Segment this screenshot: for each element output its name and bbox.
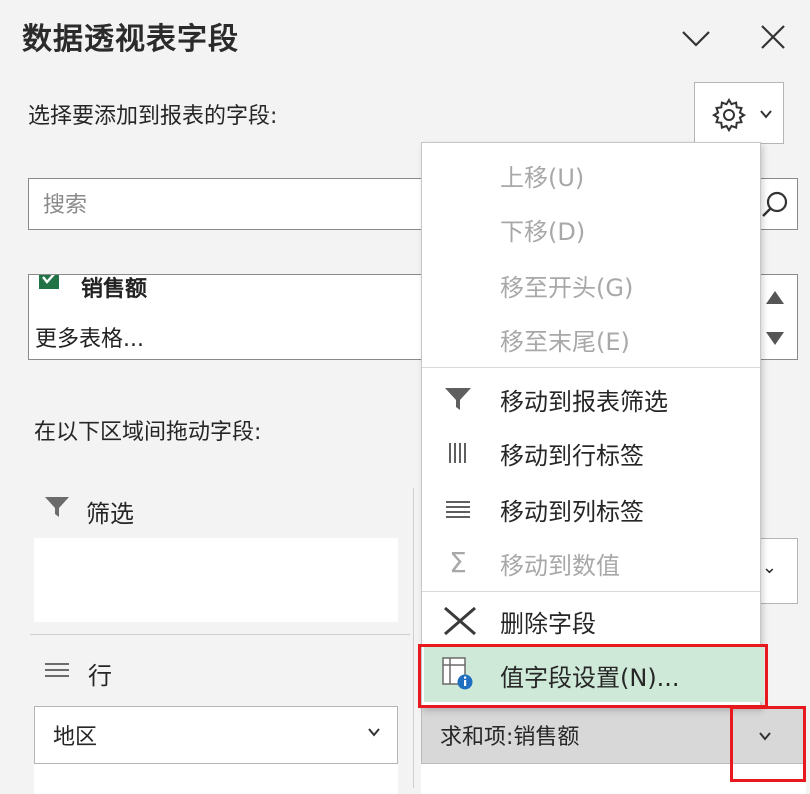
areas-prompt: 在以下区域间拖动字段: [34,420,262,445]
pane-title: 数据透视表字段 [22,22,239,57]
rows-area-label: 行 [88,662,112,690]
delete-x-icon [442,605,476,637]
area-divider-vertical [413,488,414,788]
chevron-down-icon: ⌄ [761,557,777,578]
more-tables-link[interactable]: 更多表格... [35,321,144,353]
menu-item-move-up[interactable]: 上移(U) [422,147,760,201]
chevron-down-icon [760,110,772,119]
field-item-sales[interactable]: 销售额 [81,275,147,303]
close-icon[interactable] [758,22,788,52]
value-field-label: 求和项:销售额 [440,725,580,750]
tools-button[interactable] [694,82,784,144]
annotation-box-settings [418,644,768,708]
filter-drop-area[interactable] [34,538,398,622]
row-field-label: 地区 [53,725,98,750]
search-icon[interactable] [759,189,791,221]
menu-item-move-down[interactable]: 下移(D) [422,201,760,255]
menu-item-move-to-row-labels[interactable]: 移动到行标签 [422,425,760,479]
menu-item-move-to-report-filter[interactable]: 移动到报表筛选 [422,371,760,425]
collapse-chevron-icon[interactable] [680,22,712,54]
chevron-down-icon[interactable] [367,719,381,744]
gear-icon [711,98,747,133]
menu-item-move-to-end[interactable]: 移至末尾(E) [422,311,760,365]
area-divider-horizontal [30,634,410,635]
menu-separator [422,591,760,592]
fields-prompt: 选择要添加到报表的字段: [28,104,278,129]
search-input[interactable] [41,189,405,221]
scroll-down-icon[interactable] [764,328,786,348]
menu-item-move-to-values[interactable]: Σ 移动到数值 [422,535,760,589]
annotation-box-dropdown [730,706,806,782]
checkbox-checked[interactable] [39,275,59,289]
scroll-up-icon[interactable] [764,288,786,308]
filter-icon [44,494,70,524]
sigma-icon: Σ [449,546,467,579]
pivot-field-pane: 数据透视表字段 选择要添加到报表的字段: 销售额 更多表格... [0,0,810,794]
row-labels-icon [442,437,474,469]
field-context-menu: 上移(U) 下移(D) 移至开头(G) 移至末尾(E) 移动到报表筛选 移动到行… [421,142,761,708]
rows-icon [44,660,70,688]
rows-drop-area[interactable] [34,764,398,794]
menu-item-remove-field[interactable]: 删除字段 [422,593,760,647]
row-field-dropdown[interactable]: 地区 [34,706,398,764]
menu-separator [422,367,760,368]
menu-item-move-to-beginning[interactable]: 移至开头(G) [422,257,760,311]
menu-item-move-to-column-labels[interactable]: 移动到列标签 [422,481,760,535]
column-labels-icon [442,493,474,525]
filter-area-label: 筛选 [86,500,134,528]
filter-icon [442,383,474,415]
